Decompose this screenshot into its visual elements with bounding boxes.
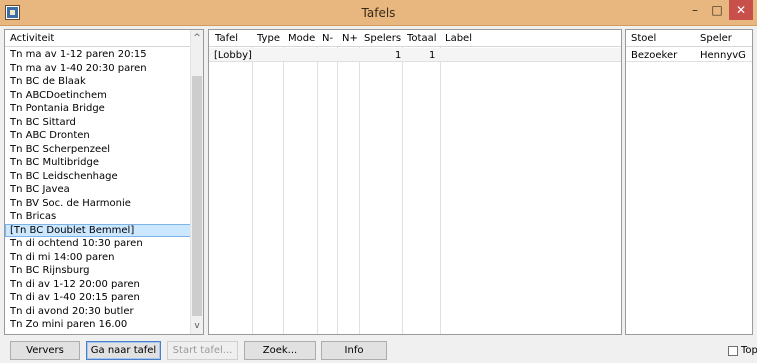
column-header-tafel[interactable]: Tafel bbox=[215, 33, 238, 44]
list-item[interactable]: [Tn BC Doublet Bemmel] bbox=[5, 223, 192, 237]
close-button[interactable]: ✕ bbox=[729, 0, 753, 20]
bottom-toolbar: Ververs Ga naar tafel Start tafel... Zoe… bbox=[0, 338, 757, 363]
scroll-thumb[interactable] bbox=[192, 76, 202, 316]
seats-header: Stoel Speler bbox=[626, 30, 752, 47]
list-item[interactable]: Tn di mi 14:00 paren bbox=[5, 251, 192, 265]
list-item[interactable]: Tn ma av 1-40 20:30 paren bbox=[5, 62, 192, 76]
list-item[interactable]: Tn ABCDoetinchem bbox=[5, 89, 192, 103]
list-item[interactable]: Tn BC Sittard bbox=[5, 116, 192, 130]
minimize-button[interactable]: – bbox=[684, 0, 706, 20]
top-checkbox-label: Top bbox=[741, 345, 757, 356]
column-divider bbox=[402, 47, 403, 334]
activity-list: Tn ma av 1-12 paren 20:15 Tn ma av 1-40 2… bbox=[5, 48, 192, 332]
list-item[interactable]: Tn BC Multibridge bbox=[5, 156, 192, 170]
seat-cell-speler: HennyvG bbox=[700, 50, 746, 61]
table-cell-tafel: [Lobby] bbox=[214, 50, 252, 61]
tables-panel: Tafel Type Mode N- N+ Spelers Totaal Lab… bbox=[208, 29, 622, 335]
list-item[interactable]: Tn ma av 1-12 paren 20:15 bbox=[5, 48, 192, 62]
column-divider bbox=[440, 47, 441, 334]
column-header-type[interactable]: Type bbox=[257, 33, 280, 44]
column-header-stoel[interactable]: Stoel bbox=[631, 33, 656, 44]
activity-scrollbar[interactable]: ^ v bbox=[190, 30, 203, 334]
column-divider bbox=[283, 47, 284, 334]
list-item[interactable]: Tn BC Scherpenzeel bbox=[5, 143, 192, 157]
list-item[interactable]: Tn BC Leidschenhage bbox=[5, 170, 192, 184]
column-header-label[interactable]: Label bbox=[445, 33, 472, 44]
seat-row[interactable]: Bezoeker HennyvG bbox=[626, 48, 752, 62]
list-item[interactable]: Tn BC Rijnsburg bbox=[5, 264, 192, 278]
table-row[interactable]: [Lobby] 1 1 bbox=[209, 48, 621, 62]
list-item[interactable]: Tn Bricas bbox=[5, 210, 192, 224]
column-header-totaal[interactable]: Totaal bbox=[407, 33, 436, 44]
tables-header: Tafel Type Mode N- N+ Spelers Totaal Lab… bbox=[209, 30, 621, 47]
list-item[interactable]: Tn di av 1-40 20:15 paren bbox=[5, 291, 192, 305]
seat-cell-stoel: Bezoeker bbox=[631, 50, 678, 61]
table-cell-totaal: 1 bbox=[429, 50, 436, 61]
column-header-spelers[interactable]: Spelers bbox=[364, 33, 401, 44]
title-bar: Tafels – □ ✕ bbox=[0, 0, 757, 26]
list-item[interactable]: Tn di ochtend 10:30 paren bbox=[5, 237, 192, 251]
list-item[interactable]: Tn di av 1-12 20:00 paren bbox=[5, 278, 192, 292]
scroll-down-icon[interactable]: v bbox=[191, 318, 203, 334]
list-item[interactable]: Tn BV Soc. de Harmonie bbox=[5, 197, 192, 211]
seats-panel: Stoel Speler Bezoeker HennyvG bbox=[625, 29, 753, 335]
activity-list-panel: Activiteit Tn ma av 1-12 paren 20:15 Tn m… bbox=[4, 29, 204, 335]
activity-column-header[interactable]: Activiteit bbox=[10, 33, 54, 44]
column-header-n-plus[interactable]: N+ bbox=[342, 33, 358, 44]
column-divider bbox=[337, 47, 338, 334]
column-divider bbox=[359, 47, 360, 334]
maximize-button[interactable]: □ bbox=[706, 0, 728, 20]
list-item[interactable]: Tn Pontania Bridge bbox=[5, 102, 192, 116]
column-divider bbox=[317, 47, 318, 334]
refresh-button[interactable]: Ververs bbox=[10, 341, 80, 360]
window-title: Tafels bbox=[361, 6, 396, 20]
go-to-table-button[interactable]: Ga naar tafel bbox=[86, 341, 161, 360]
list-item[interactable]: Tn BC de Blaak bbox=[5, 75, 192, 89]
top-checkbox[interactable] bbox=[728, 346, 738, 356]
column-header-mode[interactable]: Mode bbox=[288, 33, 315, 44]
column-header-speler[interactable]: Speler bbox=[700, 33, 732, 44]
info-button[interactable]: Info bbox=[321, 341, 387, 360]
column-divider bbox=[252, 47, 253, 334]
list-item[interactable]: Tn Zo mini paren 16.00 bbox=[5, 318, 192, 332]
list-item[interactable]: Tn di avond 20:30 butler bbox=[5, 305, 192, 319]
list-item[interactable]: Tn BC Javea bbox=[5, 183, 192, 197]
search-button[interactable]: Zoek... bbox=[244, 341, 316, 360]
start-table-button[interactable]: Start tafel... bbox=[167, 341, 238, 360]
scroll-up-icon[interactable]: ^ bbox=[191, 30, 203, 46]
table-cell-spelers: 1 bbox=[395, 50, 402, 61]
column-header-n-min[interactable]: N- bbox=[322, 33, 333, 44]
activity-list-header[interactable]: Activiteit bbox=[5, 30, 203, 47]
list-item[interactable]: Tn ABC Dronten bbox=[5, 129, 192, 143]
